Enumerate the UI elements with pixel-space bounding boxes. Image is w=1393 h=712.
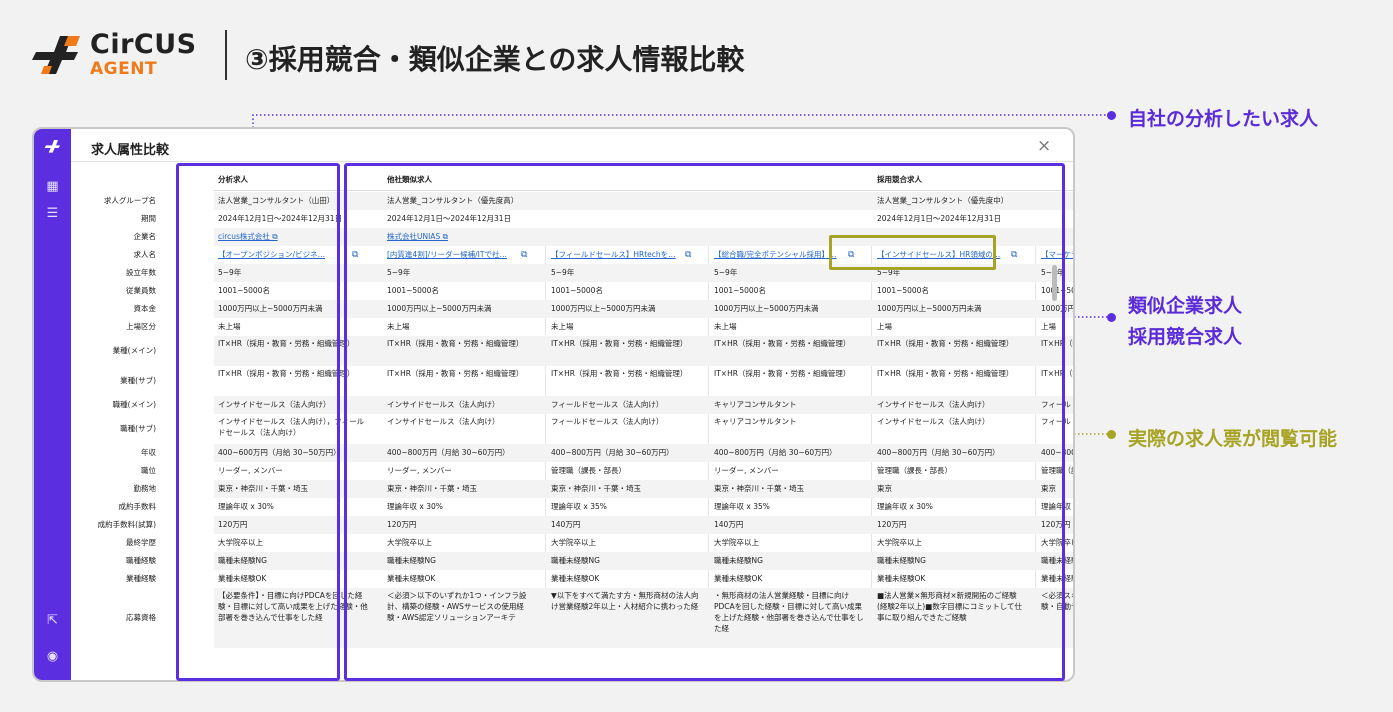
row-label: 業種経験 (126, 574, 156, 583)
grid-icon[interactable]: ▦ (34, 176, 71, 198)
row-label: 上場区分 (126, 322, 156, 331)
row-label: 職種(メイン) (112, 400, 156, 409)
external-link-icon[interactable]: ⇱ (34, 610, 71, 632)
annotation-similar-line1: 類似企業求人 (1128, 295, 1243, 317)
row-label: 業種(メイン) (112, 346, 156, 355)
row-label: 成約手数料(試算) (97, 520, 156, 529)
row-label: 成約手数料 (118, 502, 157, 511)
row-label: 最終学歴 (126, 538, 156, 547)
logo-icon[interactable] (34, 135, 71, 157)
annotation-own-job: 自社の分析したい求人 (1128, 108, 1319, 130)
row-label: 求人名 (133, 250, 157, 259)
sidebar: ▦ ☰ ⇱ ◉ (34, 129, 71, 680)
row-label: 年収 (141, 448, 156, 457)
row-label: 勤務地 (133, 484, 157, 493)
row-label: 職種経験 (126, 556, 156, 565)
job-link-highlight (829, 235, 996, 270)
annotation-dot-own (1107, 111, 1116, 120)
user-icon[interactable]: ◉ (34, 646, 71, 668)
window-title: 求人属性比較 (91, 143, 170, 158)
row-label: 職種(サブ) (120, 424, 156, 433)
annotation-dot-view (1107, 430, 1116, 439)
list-icon[interactable]: ☰ (34, 203, 71, 225)
row-label: 求人グループ名 (103, 196, 156, 205)
row-label: 応募資格 (126, 613, 156, 622)
row-label: 期間 (141, 214, 156, 223)
annotation-similar-line2: 採用競合求人 (1128, 326, 1243, 348)
header-divider (71, 161, 1073, 162)
annotation-dot-similar (1107, 313, 1116, 322)
row-label: 企業名 (133, 232, 157, 241)
row-label: 従業員数 (126, 286, 156, 295)
annotation-similar-jobs: 類似企業求人 採用競合求人 (1128, 291, 1242, 353)
annotation-view-job: 実際の求人票が閲覧可能 (1128, 428, 1338, 450)
row-label: 業種(サブ) (120, 376, 156, 385)
close-icon[interactable]: × (1037, 136, 1051, 156)
row-label: 資本金 (133, 304, 157, 313)
row-label: 職位 (141, 466, 156, 475)
own-job-highlight (176, 163, 340, 681)
row-label: 設立年数 (126, 268, 156, 277)
